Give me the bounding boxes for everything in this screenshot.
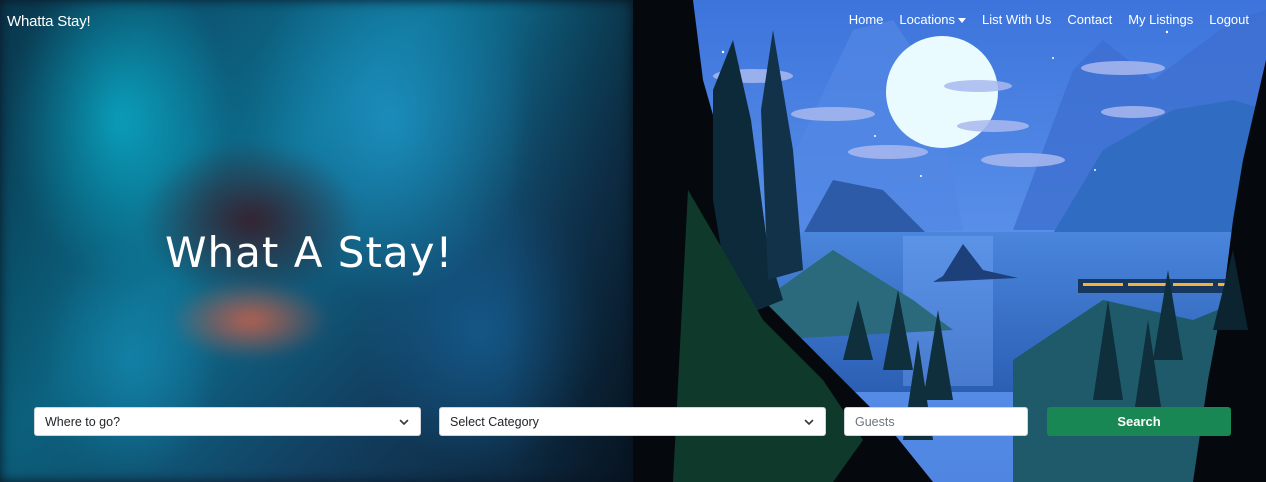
search-button[interactable]: Search [1047, 407, 1231, 436]
category-select-value: Select Category [450, 414, 539, 429]
category-select[interactable]: Select Category [439, 407, 826, 436]
guests-input[interactable]: Guests [844, 407, 1028, 436]
chevron-down-icon [399, 419, 409, 425]
nav-link-my-listings[interactable]: My Listings [1128, 12, 1193, 27]
nav-dropdown-locations[interactable]: Locations [899, 12, 967, 27]
chevron-down-icon [804, 419, 814, 425]
nav-link-list-with-us[interactable]: List With Us [982, 12, 1051, 27]
nav-link-home[interactable]: Home [849, 12, 884, 27]
top-navbar: Whatta Stay! Home Locations List With Us… [0, 0, 1266, 40]
nav-link-contact[interactable]: Contact [1067, 12, 1112, 27]
caret-down-icon [958, 17, 967, 23]
location-select-value: Where to go? [45, 414, 121, 429]
nav-dropdown-locations-label: Locations [899, 12, 956, 27]
nav-links: Home Locations List With Us Contact My L… [849, 12, 1249, 27]
location-select[interactable]: Where to go? [34, 407, 421, 436]
brand-logo-link[interactable]: Whatta Stay! [7, 13, 91, 30]
hero-title: What A Stay! [165, 228, 454, 277]
nav-link-logout[interactable]: Logout [1209, 12, 1249, 27]
guests-input-placeholder: Guests [855, 414, 895, 429]
